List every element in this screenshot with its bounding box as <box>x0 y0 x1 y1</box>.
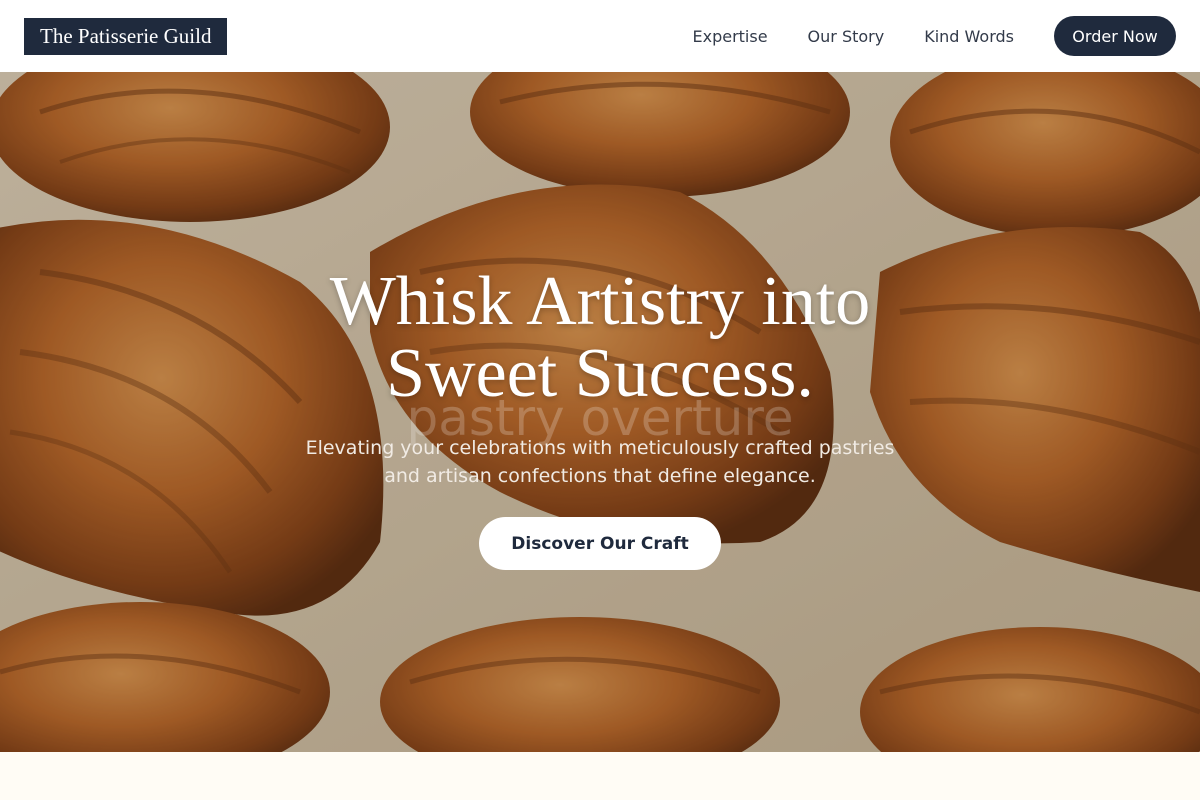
main-nav: Expertise Our Story Kind Words Order Now <box>692 16 1176 56</box>
site-header: The Patisserie Guild Expertise Our Story… <box>0 0 1200 72</box>
hero-subtitle: Elevating your celebrations with meticul… <box>305 437 895 487</box>
hero-title-line-1: Whisk Artistry into <box>329 263 871 340</box>
hero-section: Whisk Artistry into Sweet Success. pastr… <box>0 72 1200 752</box>
nav-link-our-story[interactable]: Our Story <box>808 27 885 46</box>
hero-content: Whisk Artistry into Sweet Success. pastr… <box>0 72 1200 752</box>
nav-link-expertise[interactable]: Expertise <box>692 27 767 46</box>
discover-craft-button[interactable]: Discover Our Craft <box>479 517 721 570</box>
next-section-strip <box>0 752 1200 800</box>
site-logo[interactable]: The Patisserie Guild <box>24 17 228 55</box>
order-now-button[interactable]: Order Now <box>1054 16 1176 56</box>
nav-link-kind-words[interactable]: Kind Words <box>924 27 1014 46</box>
